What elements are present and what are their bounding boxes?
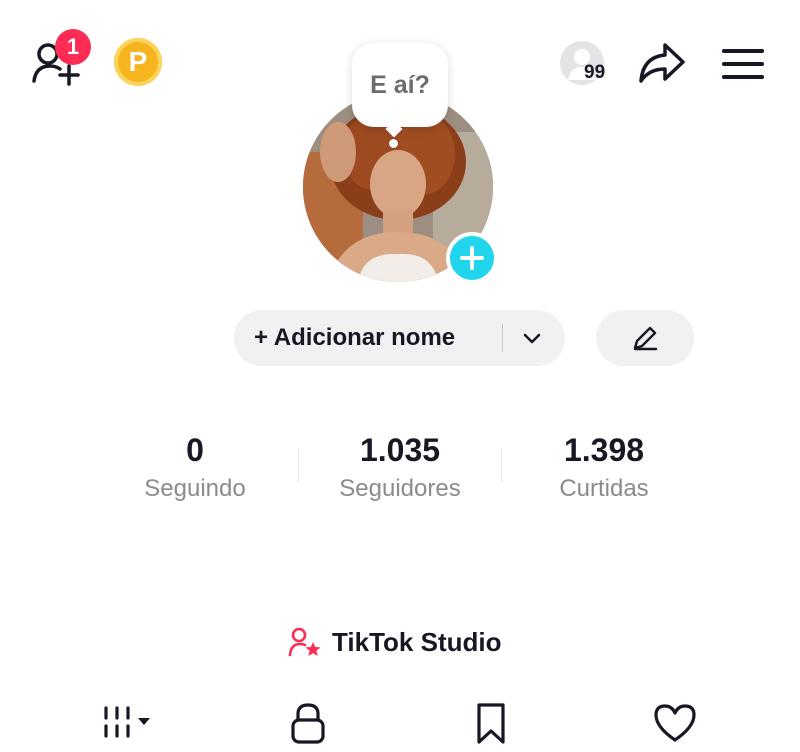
followers-stat[interactable]: 1.035 Seguidores (310, 432, 490, 503)
following-label: Seguindo (144, 475, 246, 502)
tiktok-studio-label: TikTok Studio (332, 626, 502, 657)
menu-button[interactable] (720, 44, 766, 84)
name-dropdown-button[interactable] (520, 326, 544, 355)
share-icon (639, 43, 685, 83)
name-divider (502, 324, 503, 352)
stat-divider (298, 448, 299, 482)
hamburger-menu-icon (722, 49, 764, 79)
add-avatar-button[interactable] (446, 232, 498, 284)
speech-bubble-dot (389, 139, 398, 148)
chevron-down-icon (523, 333, 541, 344)
tab-private[interactable] (248, 700, 368, 752)
plus-icon (460, 246, 484, 270)
tiktok-studio-link[interactable]: TikTok Studio (288, 622, 501, 662)
lock-icon (291, 703, 325, 744)
likes-stat[interactable]: 1.398 Curtidas (514, 432, 694, 503)
following-count: 0 (186, 432, 204, 468)
followers-label: Seguidores (339, 475, 461, 502)
heart-icon (654, 704, 696, 742)
share-button[interactable] (636, 40, 688, 86)
coin-letter: P (128, 46, 148, 77)
edit-profile-button[interactable] (596, 310, 694, 366)
coins-button[interactable]: P (114, 38, 162, 86)
speech-bubble[interactable]: E aí? (352, 43, 448, 127)
creator-star-icon (288, 627, 321, 657)
grid-videos-icon (104, 706, 150, 738)
pencil-icon (633, 326, 658, 351)
profile-views-count: 99 (584, 62, 606, 83)
tab-videos[interactable] (70, 700, 190, 752)
stat-divider (501, 448, 502, 482)
likes-count: 1.398 (563, 432, 645, 468)
tab-saved[interactable] (431, 700, 551, 752)
followers-count: 1.035 (359, 432, 441, 468)
likes-label: Curtidas (559, 475, 649, 502)
add-name-button[interactable]: + Adicionar nome (234, 310, 565, 366)
bookmark-icon (477, 703, 505, 744)
speech-bubble-text: E aí? (370, 70, 430, 99)
tab-liked[interactable] (615, 700, 735, 752)
add-name-label: + Adicionar nome (254, 324, 456, 351)
notification-badge: 1 (55, 29, 91, 65)
following-stat[interactable]: 0 Seguindo (105, 432, 285, 503)
